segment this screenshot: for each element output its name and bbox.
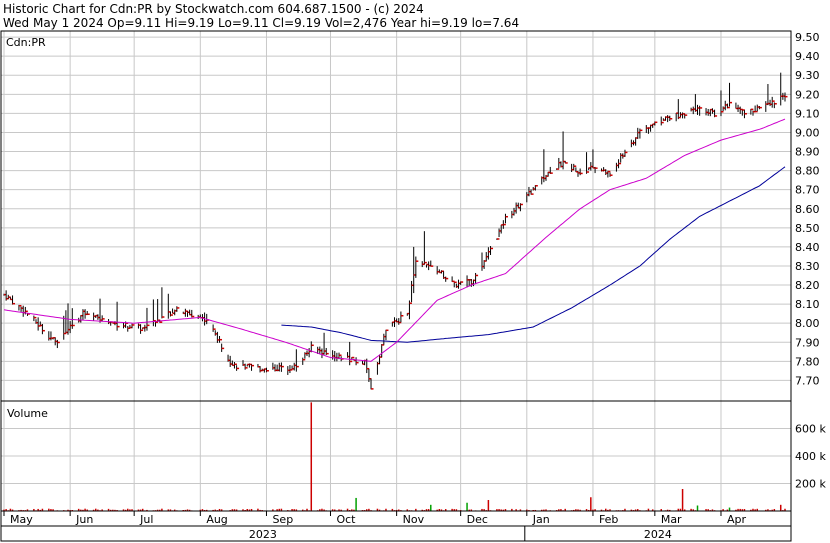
- month-label: Apr: [727, 513, 747, 526]
- price-tick-label: 7.90: [795, 336, 820, 349]
- year-axis: 2023 2024: [249, 526, 672, 541]
- volume-tick-label: 200 k: [795, 478, 826, 491]
- chart-header-quote: Wed May 1 2024 Op=9.11 Hi=9.19 Lo=9.11 C…: [3, 16, 519, 30]
- price-tick-label: 7.80: [795, 355, 820, 368]
- price-tick-label: 9.00: [795, 126, 820, 139]
- price-tick-label: 8.20: [795, 279, 820, 292]
- price-tick-label: 8.90: [795, 146, 820, 159]
- price-tick-label: 8.00: [795, 317, 820, 330]
- volume-tick-label: 600 k: [795, 423, 826, 436]
- price-tick-label: 8.80: [795, 165, 820, 178]
- volume-axis: 600 k 400 k 200 k: [795, 423, 826, 491]
- year-label: 2023: [249, 528, 277, 541]
- month-label: Jun: [75, 513, 93, 526]
- stock-chart: Historic Chart for Cdn:PR by Stockwatch.…: [0, 2, 826, 542]
- price-tick-label: 8.30: [795, 260, 820, 273]
- price-tick-label: 8.70: [795, 184, 820, 197]
- chart-header-title: Historic Chart for Cdn:PR by Stockwatch.…: [3, 2, 424, 16]
- price-axis: 9.50 9.40 9.30 9.20 9.10 9.00 8.90 8.80 8.70 8.60…: [795, 31, 820, 387]
- month-label: Mar: [661, 513, 682, 526]
- price-tick-label: 9.20: [795, 88, 820, 101]
- price-tick-label: 9.40: [795, 50, 820, 63]
- month-label: Jul: [139, 513, 153, 526]
- price-panel-title: Cdn:PR: [6, 36, 46, 49]
- volume-bars: [3, 402, 786, 511]
- price-tick-label: 8.50: [795, 222, 820, 235]
- price-tick-label: 8.10: [795, 298, 820, 311]
- month-label: Jan: [532, 513, 550, 526]
- volume-gridlines: [1, 401, 791, 511]
- price-tick-label: 8.40: [795, 241, 820, 254]
- price-tick-label: 9.30: [795, 69, 820, 82]
- price-tick-label: 9.10: [795, 107, 820, 120]
- moving-average-long-line: [281, 166, 786, 343]
- price-tick-label: 9.50: [795, 31, 820, 44]
- month-label: May: [10, 513, 33, 526]
- month-axis: May Jun Jul Aug Sep Oct Nov Dec Jan Feb Mar Apr: [3, 511, 747, 526]
- month-label: Sep: [272, 513, 293, 526]
- month-label: Oct: [336, 513, 356, 526]
- year-label: 2024: [644, 528, 672, 541]
- month-label: Nov: [403, 513, 425, 526]
- price-panel: [0, 30, 792, 402]
- month-label: Dec: [467, 513, 488, 526]
- price-tick-label: 8.60: [795, 203, 820, 216]
- volume-tick-label: 400 k: [795, 450, 826, 463]
- price-gridlines: [1, 31, 791, 401]
- volume-panel-title: Volume: [7, 407, 48, 420]
- month-label: Aug: [206, 513, 227, 526]
- price-tick-label: 7.70: [795, 374, 820, 387]
- month-label: Feb: [599, 513, 618, 526]
